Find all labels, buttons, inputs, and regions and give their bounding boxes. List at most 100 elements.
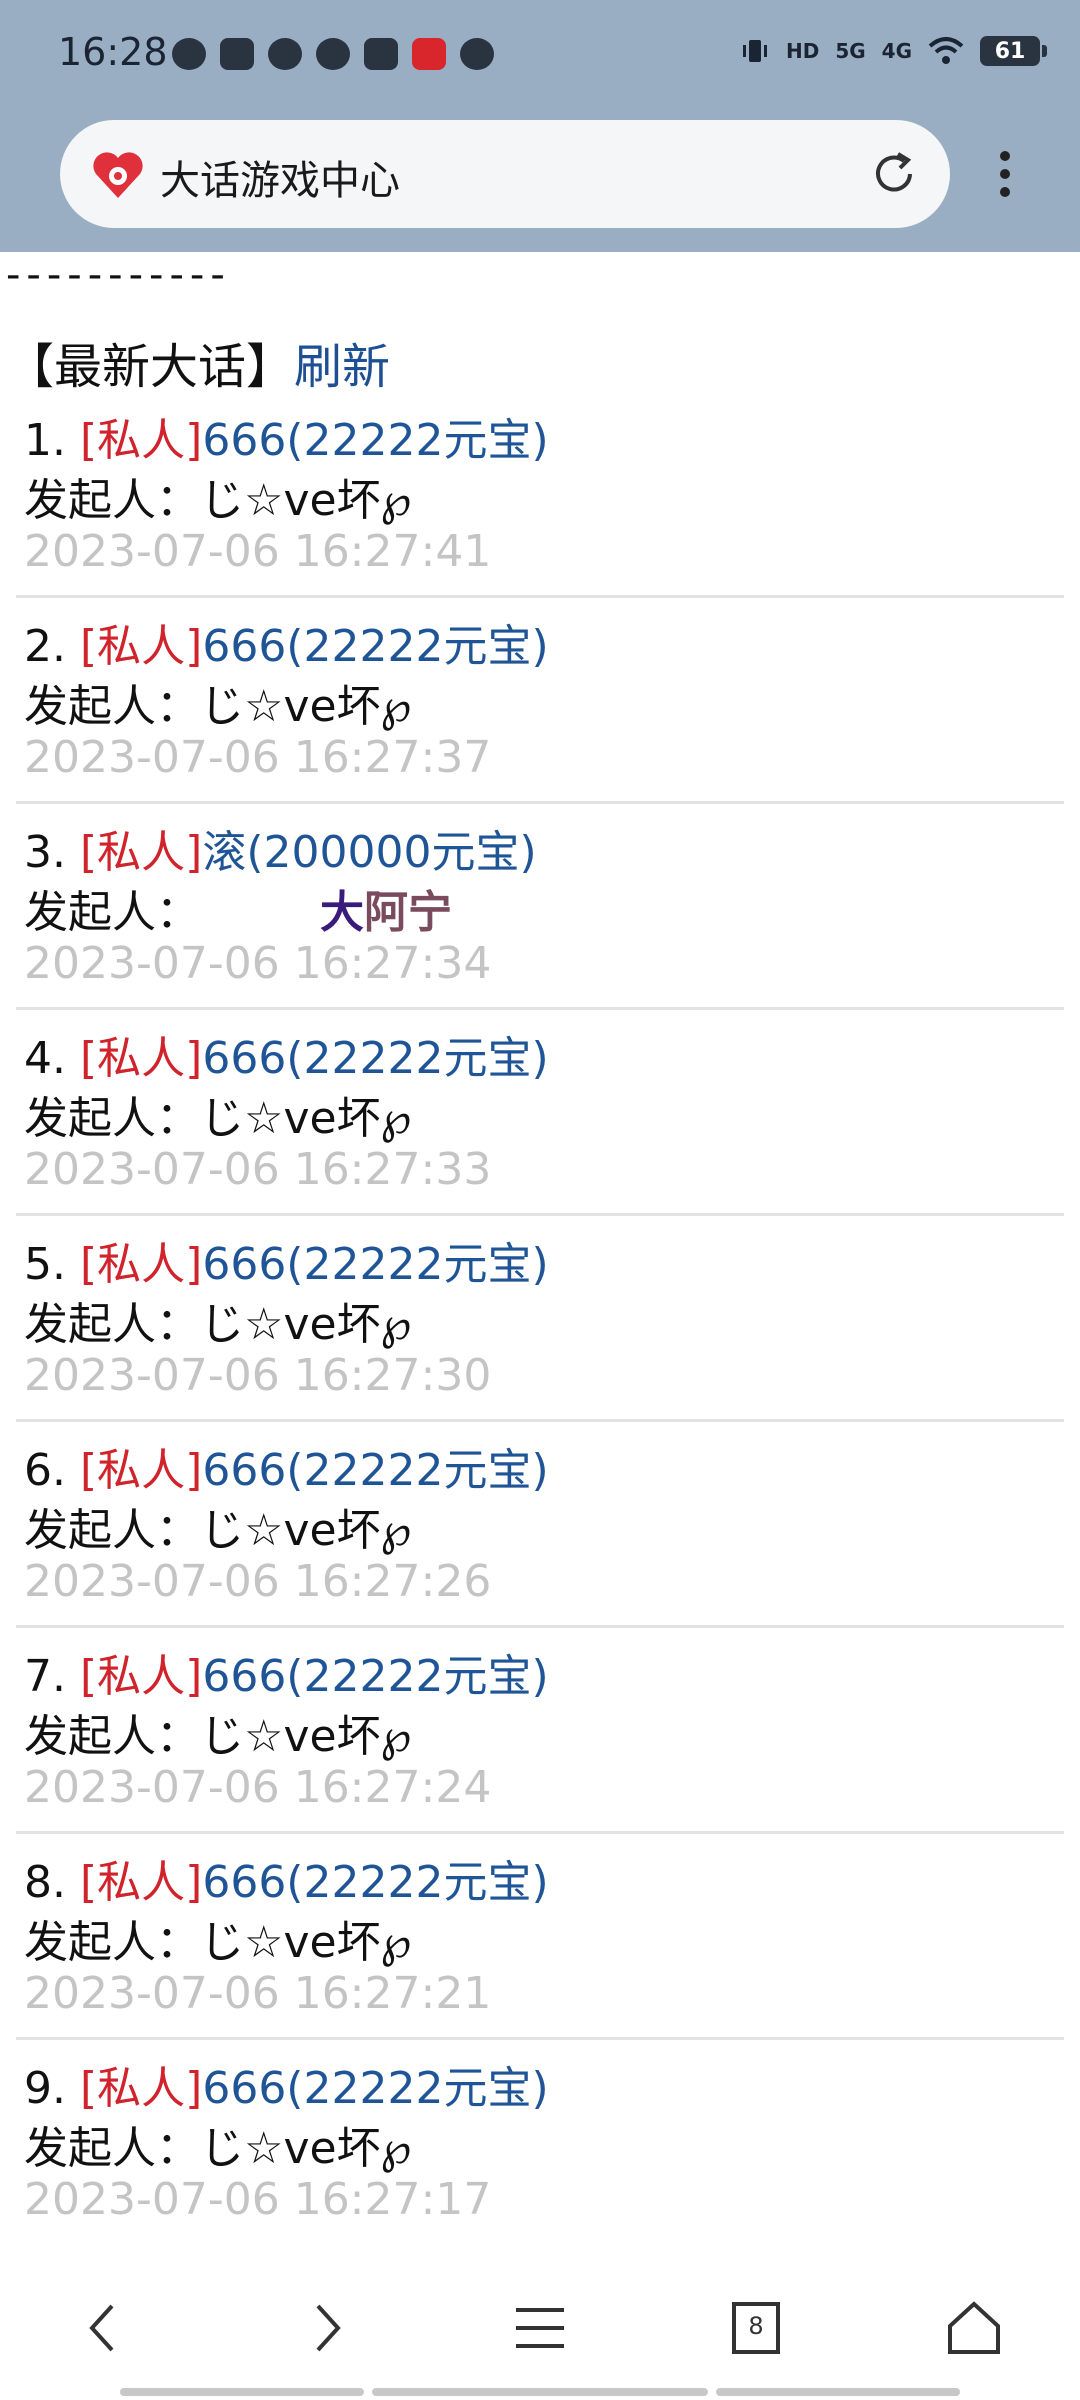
item-timestamp: 2023-07-06 16:27:24: [24, 1762, 492, 1813]
menu-icon[interactable]: [510, 2298, 570, 2358]
item-number: 6.: [24, 1445, 66, 1496]
item-message-link[interactable]: 666(22222元宝): [202, 415, 548, 466]
list-item: 1. [私人]666(22222元宝) 发起人：じ☆ve坏℘ 2023-07-0…: [16, 392, 1064, 598]
page-heading: 【最新大话】刷新: [6, 327, 390, 397]
battery-indicator: 61: [980, 36, 1047, 66]
item-tag-link[interactable]: [私人]: [80, 1445, 202, 1496]
tabs-button[interactable]: 8: [726, 2298, 786, 2358]
initiator-name[interactable]: じ☆ve坏℘: [200, 1093, 411, 1144]
list-item: 4. [私人]666(22222元宝) 发起人：じ☆ve坏℘ 2023-07-0…: [16, 1010, 1064, 1216]
network-4g-label: 4G: [881, 39, 912, 63]
initiator-name[interactable]: じ☆ve坏℘: [200, 475, 411, 526]
item-timestamp: 2023-07-06 16:27:17: [24, 2174, 492, 2225]
browser-header: 16:28 HD 5G 4G 61 大话游戏中心: [0, 0, 1080, 252]
initiator-label: 发起人：: [24, 1505, 200, 1556]
list-item: 5. [私人]666(22222元宝) 发起人：じ☆ve坏℘ 2023-07-0…: [16, 1216, 1064, 1422]
item-number: 5.: [24, 1239, 66, 1290]
initiator-label: 发起人：: [24, 681, 200, 732]
item-timestamp: 2023-07-06 16:27:34: [24, 938, 492, 989]
chat-list: 1. [私人]666(22222元宝) 发起人：じ☆ve坏℘ 2023-07-0…: [16, 392, 1064, 2246]
list-item: 6. [私人]666(22222元宝) 发起人：じ☆ve坏℘ 2023-07-0…: [16, 1422, 1064, 1628]
initiator-label: 发起人：: [24, 1299, 200, 1350]
list-item: 7. [私人]666(22222元宝) 发起人：じ☆ve坏℘ 2023-07-0…: [16, 1628, 1064, 1834]
list-item: 8. [私人]666(22222元宝) 发起人：じ☆ve坏℘ 2023-07-0…: [16, 1834, 1064, 2040]
wechat-icon: [172, 38, 206, 70]
network-hd-label: HD: [785, 39, 820, 63]
item-number: 9.: [24, 2063, 66, 2114]
item-timestamp: 2023-07-06 16:27:41: [24, 526, 492, 577]
heading-title: 【最新大话】: [6, 339, 295, 395]
initiator-name[interactable]: じ☆ve坏℘: [200, 1711, 411, 1762]
item-message-link[interactable]: 666(22222元宝): [202, 1857, 548, 1908]
separator-line: -----------: [6, 252, 231, 298]
item-timestamp: 2023-07-06 16:27:26: [24, 1556, 492, 1607]
item-number: 2.: [24, 621, 66, 672]
item-number: 7.: [24, 1651, 66, 1702]
initiator-label: 发起人：: [24, 1093, 200, 1144]
wifi-icon: [928, 34, 964, 68]
item-timestamp: 2023-07-06 16:27:21: [24, 1968, 492, 2019]
item-timestamp: 2023-07-06 16:27:37: [24, 732, 492, 783]
list-item: 3. [私人]滚(200000元宝) 发起人： 大阿宁 2023-07-06 16…: [16, 804, 1064, 1010]
initiator-name[interactable]: じ☆ve坏℘: [200, 1299, 411, 1350]
game-icon: [268, 38, 302, 70]
item-message-link[interactable]: 666(22222元宝): [202, 1651, 548, 1702]
initiator-label: 发起人：: [24, 1917, 200, 1968]
gesture-bar-center: [372, 2388, 708, 2396]
browser-bottom-nav: 8: [0, 2270, 1080, 2380]
netease-music-icon: [412, 38, 446, 70]
initiator-name[interactable]: じ☆ve坏℘: [200, 2123, 411, 2174]
item-message-link[interactable]: 666(22222元宝): [202, 2063, 548, 2114]
item-message-link[interactable]: 666(22222元宝): [202, 1445, 548, 1496]
back-icon[interactable]: [74, 2298, 134, 2358]
list-item: 2. [私人]666(22222元宝) 发起人：じ☆ve坏℘ 2023-07-0…: [16, 598, 1064, 804]
initiator-label: 发起人：: [24, 2123, 200, 2174]
item-tag-link[interactable]: [私人]: [80, 1239, 202, 1290]
initiator-label: 发起人：: [24, 475, 200, 526]
refresh-link[interactable]: 刷新: [294, 339, 390, 395]
video-icon: [220, 38, 254, 70]
system-icons: HD 5G 4G 61: [740, 34, 1047, 68]
item-tag-link[interactable]: [私人]: [80, 415, 202, 466]
item-number: 3.: [24, 827, 66, 878]
initiator-name[interactable]: 大阿宁: [320, 887, 452, 938]
link-icon: [316, 38, 350, 70]
item-tag-link[interactable]: [私人]: [80, 2063, 202, 2114]
home-icon[interactable]: [944, 2298, 1004, 2358]
status-time: 16:28: [58, 30, 168, 74]
initiator-label: 发起人：: [24, 887, 200, 938]
item-message-link[interactable]: 666(22222元宝): [202, 1239, 548, 1290]
gesture-bar-left: [120, 2388, 364, 2396]
chat-icon: [460, 38, 494, 70]
item-tag-link[interactable]: [私人]: [80, 621, 202, 672]
notification-icons: [172, 38, 494, 70]
initiator-name[interactable]: じ☆ve坏℘: [200, 1917, 411, 1968]
site-title: 大话游戏中心: [160, 158, 400, 204]
item-number: 4.: [24, 1033, 66, 1084]
item-tag-link[interactable]: [私人]: [80, 827, 202, 878]
item-tag-link[interactable]: [私人]: [80, 1651, 202, 1702]
network-5g-label: 5G: [835, 39, 866, 63]
initiator-name[interactable]: じ☆ve坏℘: [200, 681, 411, 732]
more-icon[interactable]: [990, 146, 1020, 202]
item-tag-link[interactable]: [私人]: [80, 1033, 202, 1084]
item-number: 1.: [24, 415, 66, 466]
item-message-link[interactable]: 666(22222元宝): [202, 621, 548, 672]
item-tag-link[interactable]: [私人]: [80, 1857, 202, 1908]
forward-icon[interactable]: [296, 2298, 356, 2358]
item-message-link[interactable]: 滚(200000元宝): [202, 827, 536, 878]
reload-icon[interactable]: [866, 146, 922, 202]
initiator-name-part2: 阿宁: [364, 887, 452, 938]
item-message-link[interactable]: 666(22222元宝): [202, 1033, 548, 1084]
initiator-label: 发起人：: [24, 1711, 200, 1762]
status-bar: 16:28 HD 5G 4G 61: [0, 0, 1080, 110]
item-timestamp: 2023-07-06 16:27:33: [24, 1144, 492, 1195]
item-number: 8.: [24, 1857, 66, 1908]
gesture-bar-right: [716, 2388, 960, 2396]
tabs-count: 8: [748, 2312, 764, 2340]
site-logo-icon: [93, 152, 143, 198]
initiator-name[interactable]: じ☆ve坏℘: [200, 1505, 411, 1556]
initiator-name-part1: 大: [320, 887, 364, 938]
address-bar[interactable]: 大话游戏中心: [60, 120, 950, 228]
mail-icon: [364, 38, 398, 70]
